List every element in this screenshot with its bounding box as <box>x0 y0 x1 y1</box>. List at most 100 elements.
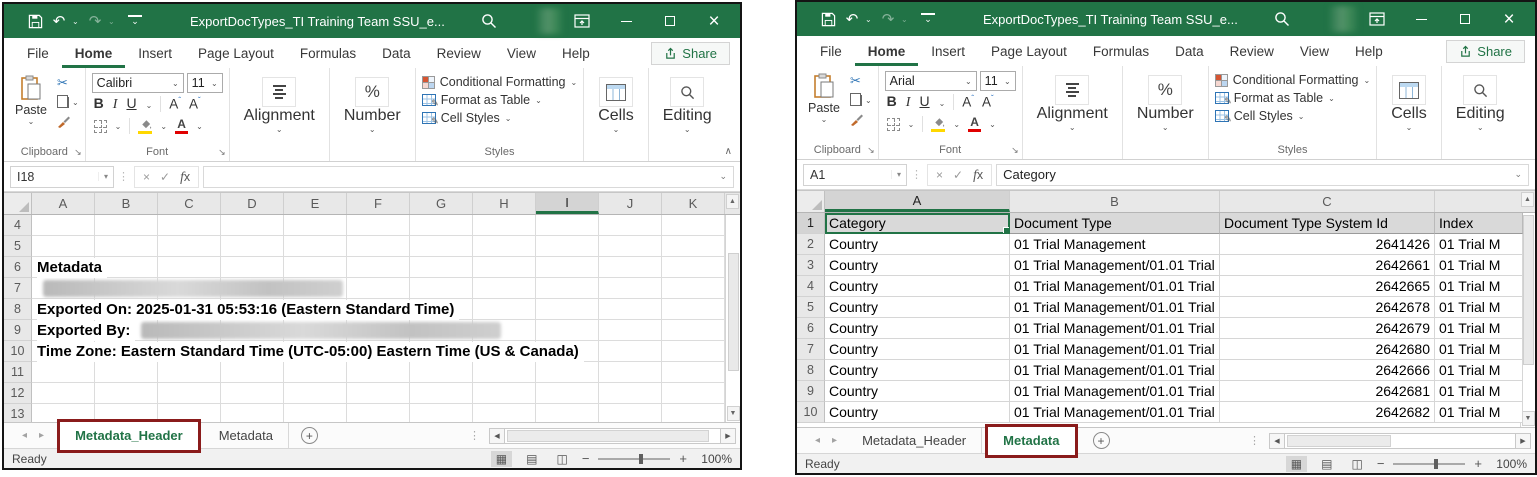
cell-styles-button[interactable]: ✎Cell Styles⌄ <box>422 111 577 125</box>
select-all-corner[interactable] <box>797 191 825 212</box>
cells-dropdown-icon[interactable]: ⌄ <box>613 126 620 134</box>
decrease-font-size-button[interactable]: Aˇ <box>189 96 201 112</box>
conditional-formatting-button[interactable]: Conditional Formatting⌄ <box>1215 73 1370 87</box>
menu-tab-data[interactable]: Data <box>369 38 424 68</box>
italic-button[interactable]: I <box>113 97 118 113</box>
cell-r9c1[interactable]: Country <box>825 381 1010 402</box>
scroll-left-icon[interactable]: ◀ <box>489 428 505 444</box>
row-cells[interactable]: Exported By: <box>32 320 740 341</box>
column-header-C[interactable]: C <box>158 193 221 214</box>
insert-function-button[interactable]: fx <box>973 167 983 183</box>
column-header-I[interactable]: I <box>536 193 599 214</box>
cancel-icon[interactable]: × <box>936 168 943 182</box>
row-header-9[interactable]: 9 <box>4 320 32 341</box>
zoom-in-button[interactable]: + <box>1474 456 1482 471</box>
ribbon-display-options-icon[interactable] <box>562 6 602 36</box>
page-layout-view-icon[interactable]: ▤ <box>1316 456 1337 472</box>
borders-dropdown-icon[interactable]: ⌄ <box>115 123 122 131</box>
copy-dropdown-icon[interactable]: ⌄ <box>865 97 872 105</box>
zoom-out-button[interactable]: − <box>1377 456 1385 471</box>
zoom-out-button[interactable]: − <box>582 451 590 466</box>
formula-bar-handle[interactable]: ⋮ <box>118 170 130 183</box>
row-header-1[interactable]: 1 <box>797 213 825 234</box>
share-button[interactable]: Share <box>651 42 730 65</box>
cell-r3c2[interactable]: 01 Trial Management/01.01 Trial <box>1010 255 1220 276</box>
editing-button[interactable]: Editing ⌄ <box>1448 71 1513 132</box>
prev-sheet-icon[interactable]: ◂ <box>22 430 27 441</box>
row-header-7[interactable]: 7 <box>4 278 32 299</box>
cell-styles-button[interactable]: ✎Cell Styles⌄ <box>1215 109 1370 123</box>
paste-dropdown-icon[interactable]: ⌄ <box>28 118 35 126</box>
menu-tab-data[interactable]: Data <box>1162 36 1217 66</box>
copy-button[interactable]: ⌄ <box>850 93 872 107</box>
row-header-6[interactable]: 6 <box>4 257 32 278</box>
share-button[interactable]: Share <box>1446 40 1525 63</box>
undo-dropdown-icon[interactable]: ⌄ <box>72 17 82 26</box>
cell-r9c2[interactable]: 01 Trial Management/01.01 Trial <box>1010 381 1220 402</box>
save-icon[interactable] <box>817 8 839 30</box>
undo-icon[interactable]: ↶ <box>841 8 863 30</box>
next-sheet-icon[interactable]: ▸ <box>832 435 837 446</box>
customize-quick-access-icon[interactable]: ⌄ <box>128 15 142 27</box>
sheet-tab-metadata[interactable]: Metadata <box>204 423 289 448</box>
fill-color-button[interactable] <box>138 118 152 135</box>
zoom-level[interactable]: 100% <box>696 452 732 466</box>
bold-button[interactable]: B <box>887 93 897 109</box>
cell-r3c4[interactable]: 01 Trial M <box>1435 255 1523 276</box>
cell-r6c2[interactable]: 01 Trial Management/01.01 Trial <box>1010 318 1220 339</box>
zoom-level[interactable]: 100% <box>1491 457 1527 471</box>
copy-button[interactable]: ⌄ <box>57 95 79 109</box>
cell-r10c2[interactable]: 01 Trial Management/01.01 Trial <box>1010 402 1220 423</box>
horizontal-scroll-thumb[interactable] <box>507 430 709 442</box>
menu-tab-review[interactable]: Review <box>424 38 494 68</box>
undo-icon[interactable]: ↶ <box>48 10 70 32</box>
tabbar-handle[interactable]: ⋮ <box>1249 434 1261 447</box>
conditional-formatting-button[interactable]: Conditional Formatting⌄ <box>422 75 577 89</box>
undo-dropdown-icon[interactable]: ⌄ <box>865 15 875 24</box>
formula-bar-handle[interactable]: ⋮ <box>911 168 923 181</box>
scroll-left-icon[interactable]: ◀ <box>1269 433 1285 449</box>
cell-r1c1[interactable]: Category <box>825 213 1010 234</box>
cell-r10c3[interactable]: 2642682 <box>1220 402 1435 423</box>
row-header-5[interactable]: 5 <box>4 236 32 257</box>
menu-tab-insert[interactable]: Insert <box>918 36 978 66</box>
row-cells[interactable]: Metadata <box>32 257 740 278</box>
underline-dropdown-icon[interactable]: ⌄ <box>146 102 153 110</box>
font-color-dropdown-icon[interactable]: ⌄ <box>989 121 996 129</box>
scroll-up-icon[interactable]: ▲ <box>726 194 739 209</box>
row-cells[interactable]: Exported On: 2025-01-31 05:53:16 (Easter… <box>32 299 740 320</box>
format-painter-button[interactable] <box>57 114 79 128</box>
page-layout-view-icon[interactable]: ▤ <box>521 451 542 467</box>
font-dialog-launcher-icon[interactable]: ↘ <box>218 147 226 158</box>
column-header-H[interactable]: H <box>473 193 536 214</box>
cell-r2c3[interactable]: 2641426 <box>1220 234 1435 255</box>
zoom-slider-thumb[interactable] <box>639 454 643 464</box>
row-header-10[interactable]: 10 <box>4 341 32 362</box>
scroll-right-icon[interactable]: ▶ <box>1515 433 1531 449</box>
search-icon[interactable] <box>1274 11 1290 27</box>
sheet-tab-metadata[interactable]: Metadata <box>988 433 1074 448</box>
menu-tab-page-layout[interactable]: Page Layout <box>185 38 287 68</box>
increase-font-size-button[interactable]: Aˆ <box>169 96 181 112</box>
cell-r7c2[interactable]: 01 Trial Management/01.01 Trial <box>1010 339 1220 360</box>
font-name-select[interactable]: Arial⌄ <box>885 71 977 91</box>
sheet-tab-metadata_header[interactable]: Metadata_Header <box>60 428 198 443</box>
cell-r10c1[interactable]: Country <box>825 402 1010 423</box>
row-header-4[interactable]: 4 <box>4 215 32 236</box>
cell-r6c3[interactable]: 2642679 <box>1220 318 1435 339</box>
cell-r9c4[interactable]: 01 Trial M <box>1435 381 1523 402</box>
borders-icon[interactable] <box>94 120 107 133</box>
cancel-icon[interactable]: × <box>143 170 150 184</box>
cell-r1c4[interactable]: Index <box>1435 213 1523 234</box>
row-header-5[interactable]: 5 <box>797 297 825 318</box>
row-header-6[interactable]: 6 <box>797 318 825 339</box>
number-dropdown-icon[interactable]: ⌄ <box>369 126 376 134</box>
horizontal-scrollbar[interactable]: ◀ ▶ <box>489 428 736 444</box>
menu-tab-view[interactable]: View <box>494 38 549 68</box>
row-header-4[interactable]: 4 <box>797 276 825 297</box>
cell-r8c1[interactable]: Country <box>825 360 1010 381</box>
fill-color-dropdown-icon[interactable]: ⌄ <box>953 121 960 129</box>
menu-tab-formulas[interactable]: Formulas <box>1080 36 1162 66</box>
cell-r2c4[interactable]: 01 Trial M <box>1435 234 1523 255</box>
copy-dropdown-icon[interactable]: ⌄ <box>72 99 79 107</box>
